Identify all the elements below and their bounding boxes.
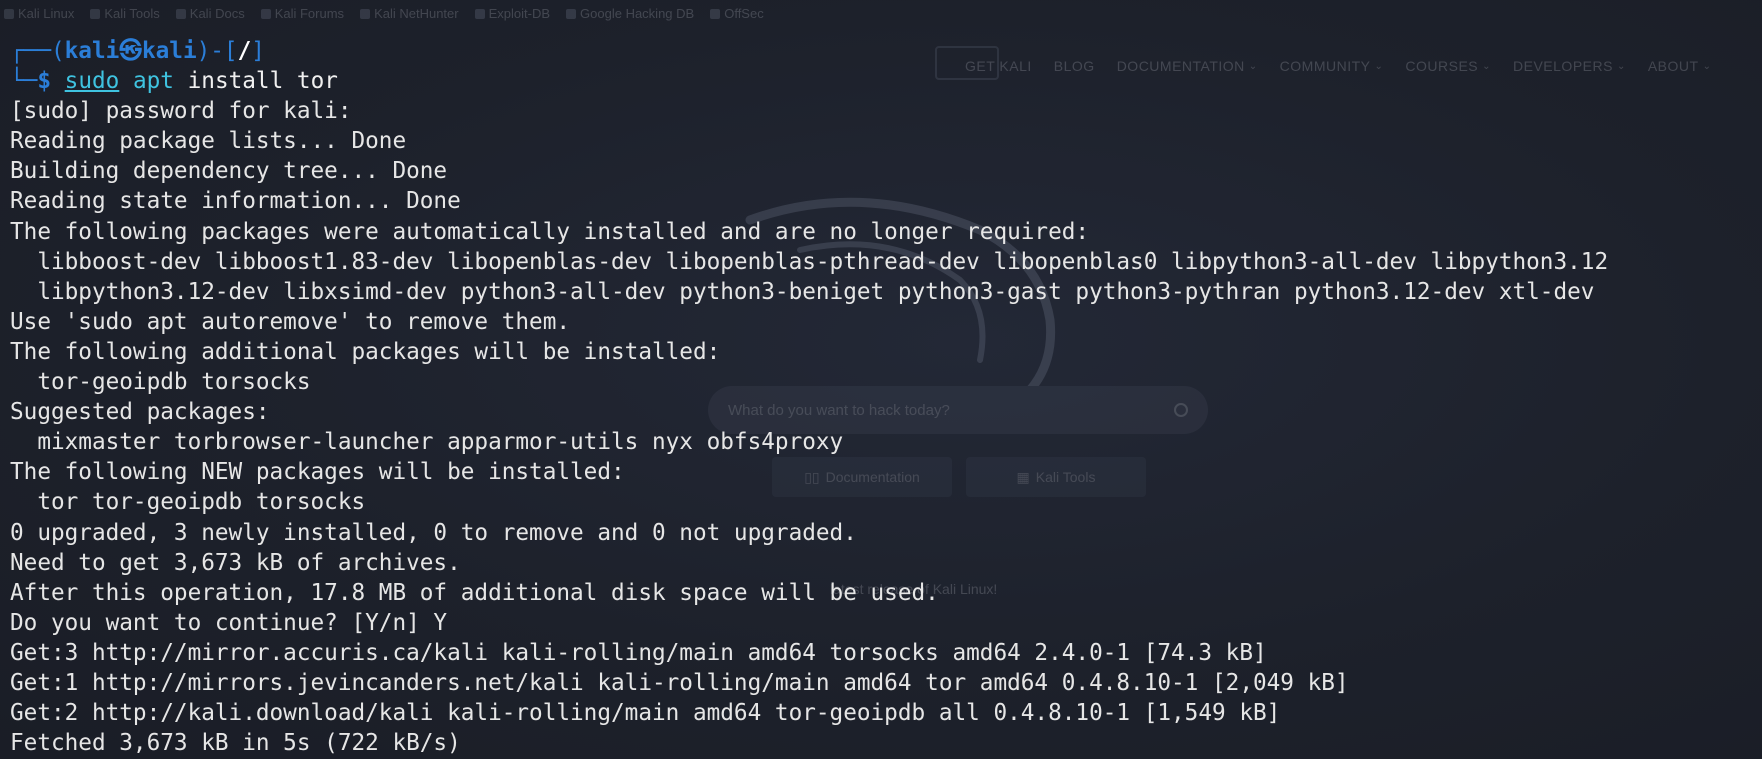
terminal-output-line: tor-geoipdb torsocks bbox=[10, 369, 311, 396]
terminal-output-line: Get:3 http://mirror.accuris.ca/kali kali… bbox=[10, 639, 1267, 666]
terminal-output-line: Need to get 3,673 kB of archives. bbox=[10, 549, 461, 576]
terminal-output-line: Reading state information... Done bbox=[10, 188, 461, 215]
prompt-at-symbol: ㉿ bbox=[119, 38, 142, 64]
prompt-frame-bottom: └─ bbox=[10, 68, 38, 95]
command-arguments: install tor bbox=[187, 68, 338, 95]
terminal-output: [sudo] password for kali: Reading package… bbox=[10, 96, 1762, 758]
prompt-frame-mid: )-[ bbox=[196, 38, 238, 64]
terminal-output-line: Get:2 http://kali.download/kali kali-rol… bbox=[10, 700, 1281, 727]
terminal-output-line: After this operation, 17.8 MB of additio… bbox=[10, 579, 939, 606]
terminal-output-line: Suggested packages: bbox=[10, 399, 270, 426]
terminal-output-line: Do you want to continue? [Y/n] Y bbox=[10, 609, 448, 636]
terminal-output-line: mixmaster torbrowser-launcher apparmor-u… bbox=[10, 429, 844, 456]
prompt-frame-top: ┌──( bbox=[10, 38, 65, 64]
terminal-output-line: The following packages were automaticall… bbox=[10, 218, 1090, 245]
prompt-line-top: ┌──(kali㉿kali)-[/] bbox=[10, 36, 1762, 66]
command-sudo: sudo bbox=[64, 68, 120, 95]
terminal-output-line: tor tor-geoipdb torsocks bbox=[10, 489, 366, 516]
prompt-host: kali bbox=[141, 38, 197, 64]
terminal-output-line: Fetched 3,673 kB in 5s (722 kB/s) bbox=[10, 730, 461, 757]
prompt-user: kali bbox=[64, 38, 120, 64]
terminal-output-line: Building dependency tree... Done bbox=[10, 158, 448, 185]
terminal-output-line: libpython3.12-dev libxsimd-dev python3-a… bbox=[10, 278, 1595, 305]
terminal-output-line: Reading package lists... Done bbox=[10, 128, 407, 155]
desktop-screen: Kali Linux Kali Tools Kali Docs Kali Forums… bbox=[0, 0, 1762, 759]
prompt-frame-end: ] bbox=[251, 38, 265, 64]
terminal-output-line: Use 'sudo apt autoremove' to remove them… bbox=[10, 308, 571, 335]
terminal-output-line: libboost-dev libboost1.83-dev libopenbla… bbox=[10, 248, 1609, 275]
command-line: └─$ sudo apt install tor bbox=[10, 66, 1762, 96]
terminal-output-line: The following additional packages will b… bbox=[10, 338, 721, 365]
terminal-output-line: The following NEW packages will be insta… bbox=[10, 459, 625, 486]
terminal-window[interactable]: ┌──(kali㉿kali)-[/] └─$ sudo apt install … bbox=[0, 0, 1762, 759]
terminal-output-line: Get:1 http://mirrors.jevincanders.net/ka… bbox=[10, 669, 1349, 696]
command-apt: apt bbox=[132, 68, 174, 95]
prompt-working-directory: / bbox=[237, 38, 252, 64]
terminal-output-line: 0 upgraded, 3 newly installed, 0 to remo… bbox=[10, 519, 857, 546]
prompt-dollar: $ bbox=[37, 68, 51, 95]
terminal-output-line: [sudo] password for kali: bbox=[10, 98, 352, 125]
